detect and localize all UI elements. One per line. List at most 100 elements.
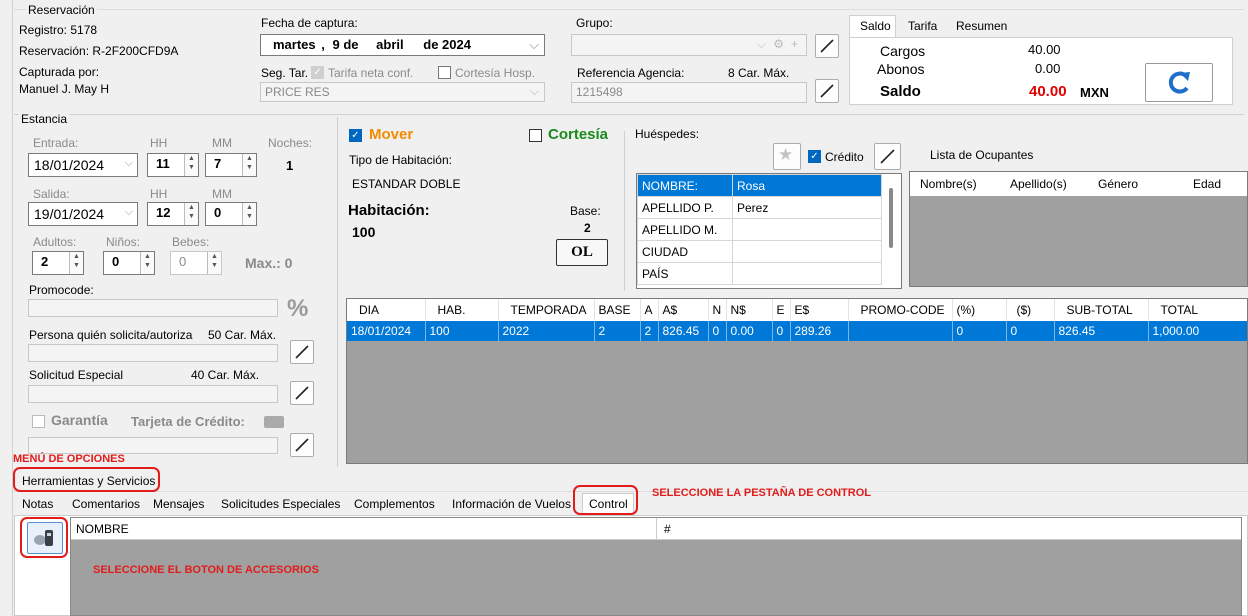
tarifas-col-a[interactable]: A — [640, 299, 659, 321]
ocupantes-col-genero[interactable]: Género — [1098, 177, 1138, 191]
salida-mm-spinner[interactable]: 0 ▲ ▼ — [205, 202, 257, 226]
apply-promocode-button[interactable]: % — [283, 294, 315, 322]
habitacion-label: Habitación: — [348, 202, 430, 219]
edit-huespedes-button[interactable] — [874, 143, 901, 170]
adultos-spinner[interactable]: 2 ▲ ▼ — [32, 251, 84, 275]
tarifas-col-n-amount[interactable]: N$ — [726, 299, 773, 321]
ocupantes-col-nombre[interactable]: Nombre(s) — [920, 177, 977, 191]
ol-button[interactable]: OL — [556, 239, 608, 266]
edit-persona-button[interactable] — [290, 340, 314, 364]
tab-solicitudes[interactable]: Solicitudes Especiales — [221, 497, 340, 511]
huespedes-label: Huéspedes: — [635, 127, 700, 141]
spinner-arrows-icon[interactable]: ▲ ▼ — [140, 252, 154, 274]
table-cell: 0 — [1006, 321, 1055, 341]
star-button[interactable]: ★ — [773, 143, 801, 170]
huesped-value[interactable] — [732, 262, 882, 285]
tab-complementos[interactable]: Complementos — [354, 497, 435, 511]
control-col-num[interactable]: # — [664, 522, 671, 536]
tarifas-col-dia[interactable]: DIA — [347, 299, 426, 321]
spinner-arrows-icon[interactable]: ▲ ▼ — [242, 203, 256, 225]
fecha-captura-picker[interactable]: martes , 9 de abril de 2024 ⌵ — [260, 34, 545, 56]
bottom-tab-bar: Notas Comentarios Mensajes Solicitudes E… — [14, 492, 644, 517]
tarjeta-input[interactable] — [28, 437, 278, 454]
tab-mensajes[interactable]: Mensajes — [153, 497, 204, 511]
huesped-value[interactable]: Perez — [732, 196, 882, 219]
tarifas-col-temporada[interactable]: TEMPORADA — [498, 299, 595, 321]
tarifas-col-total[interactable]: TOTAL — [1148, 299, 1247, 321]
spinner-arrows-icon[interactable]: ▲ ▼ — [242, 154, 256, 176]
salida-date-picker[interactable]: 19/01/2024 ⌵ — [28, 202, 138, 226]
promocode-input[interactable] — [28, 299, 278, 317]
tab-informacion-vuelos[interactable]: Información de Vuelos — [452, 497, 571, 511]
edit-grupo-button[interactable] — [815, 34, 839, 58]
ocupantes-col-edad[interactable]: Edad — [1193, 177, 1221, 191]
huesped-value[interactable] — [732, 218, 882, 241]
control-col-nombre[interactable]: NOMBRE — [76, 522, 129, 536]
grupo-select[interactable]: ⌵ ⚙ + — [571, 34, 807, 56]
estancia-divider — [14, 114, 1244, 115]
huesped-value[interactable] — [732, 240, 882, 263]
ocupantes-col-apellido[interactable]: Apellido(s) — [1010, 177, 1067, 191]
huesped-row-ciudad[interactable]: CIUDAD — [637, 240, 882, 263]
tarifas-col-e[interactable]: E — [772, 299, 791, 321]
edit-referencia-button[interactable] — [815, 79, 839, 103]
entrada-date-picker[interactable]: 18/01/2024 ⌵ — [28, 153, 138, 177]
huesped-row-nombre[interactable]: NOMBRE: Rosa — [637, 174, 882, 197]
cortesia-hosp-checkbox[interactable] — [438, 66, 451, 79]
refresh-saldo-button[interactable] — [1145, 63, 1213, 102]
tab-saldo[interactable]: Saldo — [849, 15, 896, 39]
tarifas-col-a-amount[interactable]: A$ — [658, 299, 709, 321]
pencil-icon — [880, 149, 895, 164]
tab-tarifa[interactable]: Tarifa — [908, 19, 937, 33]
tarifas-col-e-amount[interactable]: E$ — [790, 299, 849, 321]
table-row[interactable]: 18/01/2024 100 2022 2 2 826.45 0 0.00 0 … — [347, 321, 1247, 341]
ninos-spinner[interactable]: 0 ▲ ▼ — [103, 251, 155, 275]
pencil-icon — [295, 345, 309, 359]
tarifas-col-discount[interactable]: ($) — [1006, 299, 1055, 321]
tarifas-col-base[interactable]: BASE — [594, 299, 641, 321]
spinner-arrows-icon[interactable]: ▲ ▼ — [184, 154, 198, 176]
edit-tarjeta-button[interactable] — [290, 433, 314, 457]
solicitud-input[interactable] — [28, 385, 278, 403]
spinner-arrows-icon[interactable]: ▲ ▼ — [184, 203, 198, 225]
salida-mm-value: 0 — [214, 205, 222, 220]
control-col-divider — [656, 518, 657, 540]
ocupantes-grid: Nombre(s) Apellido(s) Género Edad — [909, 171, 1248, 287]
tarifa-neta-checkbox[interactable]: ✓ — [311, 66, 324, 79]
garantia-checkbox[interactable] — [32, 415, 45, 428]
huespedes-scrollbar[interactable] — [889, 188, 893, 248]
seg-tar-select[interactable]: PRICE RES ⌵ — [260, 82, 545, 102]
edit-solicitud-button[interactable] — [290, 381, 314, 405]
entrada-hh-spinner[interactable]: 11 ▲ ▼ — [147, 153, 199, 177]
mover-checkbox[interactable]: ✓ — [349, 129, 362, 142]
tarifas-col-hab[interactable]: HAB. — [425, 299, 499, 321]
tab-notas[interactable]: Notas — [22, 497, 53, 511]
referencia-input[interactable]: 1215498 — [571, 82, 807, 103]
huesped-row-pais[interactable]: PAÍS — [637, 262, 882, 285]
credito-checkbox[interactable]: ✓ — [808, 150, 821, 163]
cargos-label: Cargos — [880, 43, 926, 59]
annotation-menu-opciones: MENÚ DE OPCIONES — [13, 453, 125, 465]
salida-hh-spinner[interactable]: 12 ▲ ▼ — [147, 202, 199, 226]
tarifas-col-n[interactable]: N — [708, 299, 727, 321]
entrada-mm-spinner[interactable]: 7 ▲ ▼ — [205, 153, 257, 177]
persona-input[interactable] — [28, 344, 278, 362]
tarifas-col-promo[interactable]: PROMO-CODE — [848, 299, 953, 321]
entrada-label: Entrada: — [33, 136, 79, 150]
spinner-arrows-icon[interactable]: ▲ ▼ — [207, 252, 221, 274]
bebes-spinner[interactable]: 0 ▲ ▼ — [170, 251, 222, 275]
saldo-tab-bar: Saldo Tarifa Resumen — [849, 15, 1021, 39]
spinner-arrows-icon[interactable]: ▲ ▼ — [69, 252, 83, 274]
tarifas-col-subtotal[interactable]: SUB-TOTAL — [1054, 299, 1149, 321]
tab-resumen[interactable]: Resumen — [956, 19, 1007, 33]
tarjeta-label: Tarjeta de Crédito: — [131, 414, 245, 429]
bebes-label: Bebes: — [172, 235, 210, 249]
tarifas-col-pct[interactable]: (%) — [952, 299, 1007, 321]
cortesia-checkbox[interactable] — [529, 129, 542, 142]
base-label: Base: — [570, 204, 601, 218]
cortesia-label: Cortesía — [548, 126, 609, 143]
tab-comentarios[interactable]: Comentarios — [72, 497, 140, 511]
huesped-row-apellido-m[interactable]: APELLIDO M. — [637, 218, 882, 241]
huesped-value[interactable]: Rosa — [732, 174, 882, 197]
huesped-row-apellido-p[interactable]: APELLIDO P. Perez — [637, 196, 882, 219]
